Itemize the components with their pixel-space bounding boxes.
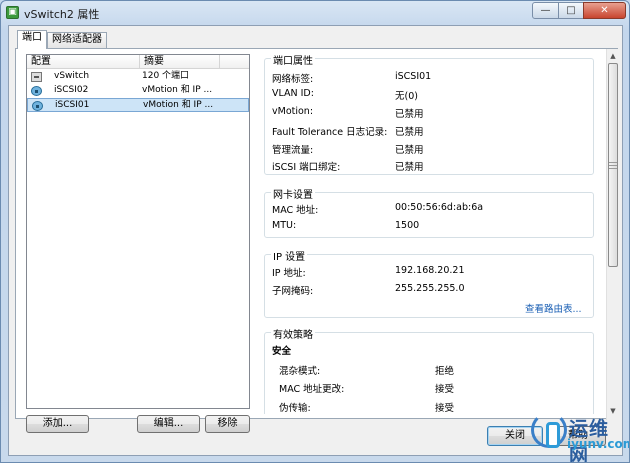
view-routing-table-link[interactable]: 查看路由表... [525,301,582,315]
title-bar[interactable]: ▣ vSwitch2 属性 — □ ✕ [1,1,629,25]
value-ip-address: 192.168.20.21 [395,265,465,276]
label-vmotion: vMotion: [272,106,314,117]
details-pane: 端口属性 网络标签: iSCSI01 VLAN ID: 无(0) vMotion… [264,54,604,414]
close-window-button[interactable]: ✕ [583,2,626,19]
add-button[interactable]: 添加... [26,415,89,433]
switch-icon [31,72,42,82]
watermark-domain: iyunv.com [567,437,630,451]
watermark-logo: 运维网 iyunv.com [531,406,629,462]
label-mac-change: MAC 地址更改: [279,384,345,395]
effective-policy-group: 有效策略 安全 混杂模式: 拒绝 MAC 地址更改: 接受 伪传输: 接受 [264,326,594,414]
properties-window: ▣ vSwitch2 属性 — □ ✕ 端口 网络适配器 配置 摘要 vSwit… [0,0,630,463]
label-subnet-mask: 子网掩码: [272,286,314,297]
nic-settings-group: 网卡设置 MAC 地址: 00:50:56:6d:ab:6a MTU: 1500 [264,186,594,238]
ip-settings-group: IP 设置 IP 地址: 192.168.20.21 子网掩码: 255.255… [264,248,594,318]
scroll-up-icon[interactable]: ▲ [607,50,619,62]
label-network-label: 网络标签: [272,74,314,85]
label-ip-address: IP 地址: [272,268,306,279]
list-item-name: iSCSI02 [54,85,89,95]
list-item-summary: vMotion 和 IP ... [142,85,213,95]
ports-tab-panel: 配置 摘要 vSwitch 120 个端口 iSCSI02 vMotion 和 … [15,48,619,433]
value-mtu: 1500 [395,220,420,231]
label-management-traffic: 管理流量: [272,145,314,156]
value-fault-tolerance: 已禁用 [395,127,424,138]
value-subnet-mask: 255.255.255.0 [395,283,465,294]
list-item-iscsi02[interactable]: iSCSI02 vMotion 和 IP ... [27,84,249,98]
port-properties-group: 端口属性 网络标签: iSCSI01 VLAN ID: 无(0) vMotion… [264,54,594,175]
label-mac-address: MAC 地址: [272,205,319,216]
tab-network-adapters[interactable]: 网络适配器 [47,32,107,48]
port-list-header: 配置 摘要 [27,55,249,69]
column-header-config[interactable]: 配置 [27,55,140,69]
grip-line [609,165,617,166]
security-section-title: 安全 [272,346,292,357]
remove-button[interactable]: 移除 [205,415,250,433]
grip-line [609,168,617,169]
list-item-summary: vMotion 和 IP ... [143,100,214,110]
list-item-vswitch[interactable]: vSwitch 120 个端口 [27,70,249,84]
label-mtu: MTU: [272,220,297,231]
label-iscsi-binding: iSCSI 端口绑定: [272,162,341,173]
vmkernel-icon [31,86,42,96]
list-item-summary: 120 个端口 [142,71,190,81]
minimize-button[interactable]: — [532,2,559,19]
details-scrollbar[interactable]: ▲ ▼ [606,49,619,420]
value-network-label: iSCSI01 [395,71,432,82]
label-forged-transmits: 伪传输: [279,403,311,414]
port-list[interactable]: 配置 摘要 vSwitch 120 个端口 iSCSI02 vMotion 和 … [26,54,250,409]
scrollbar-thumb[interactable] [608,63,618,267]
value-forged-transmits: 接受 [435,403,455,414]
value-mac-change: 接受 [435,384,455,395]
nic-settings-title: 网卡设置 [271,186,315,201]
dialog-client-area: 端口 网络适配器 配置 摘要 vSwitch 120 个端口 iSCSI02 v… [8,25,623,456]
vmkernel-icon [32,101,43,111]
value-mac-address: 00:50:56:6d:ab:6a [395,202,484,213]
effective-policy-title: 有效策略 [271,326,315,341]
window-title: vSwitch2 属性 [24,8,100,21]
grip-line [609,162,617,163]
vsphere-icon: ▣ [6,6,19,19]
column-header-summary[interactable]: 摘要 [140,55,220,69]
watermark-icon [531,412,567,448]
edit-button[interactable]: 编辑... [137,415,200,433]
value-management-traffic: 已禁用 [395,145,424,156]
list-item-iscsi01[interactable]: iSCSI01 vMotion 和 IP ... [27,98,249,112]
port-properties-title: 端口属性 [271,54,315,67]
list-item-name: iSCSI01 [55,100,90,110]
value-promiscuous-mode: 拒绝 [435,366,455,377]
list-item-name: vSwitch [54,71,90,81]
label-fault-tolerance: Fault Tolerance 日志记录: [272,127,388,138]
value-vmotion: 已禁用 [395,109,424,120]
label-promiscuous-mode: 混杂模式: [279,366,321,377]
tab-ports[interactable]: 端口 [17,30,47,49]
value-vlan-id: 无(0) [395,91,418,102]
ip-settings-title: IP 设置 [271,248,308,263]
maximize-button[interactable]: □ [558,2,584,19]
label-vlan-id: VLAN ID: [272,88,314,99]
value-iscsi-binding: 已禁用 [395,162,424,173]
